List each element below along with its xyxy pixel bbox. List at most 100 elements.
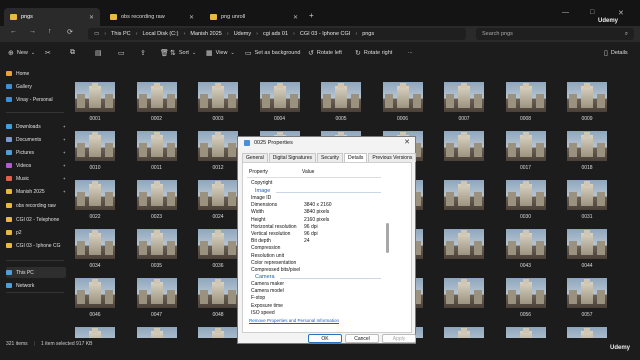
sidebar-item[interactable]: Manish 2025 ✦ bbox=[6, 186, 66, 197]
file-item[interactable] bbox=[441, 180, 487, 226]
maximize-button[interactable]: □ bbox=[590, 9, 594, 16]
close-window-button[interactable]: ✕ bbox=[618, 9, 624, 17]
tab-previous-versions[interactable]: Previous Versions bbox=[368, 153, 417, 162]
file-item[interactable]: 0022 bbox=[72, 180, 118, 226]
sidebar-item[interactable]: Network bbox=[6, 280, 66, 291]
sidebar-item[interactable]: Home bbox=[6, 68, 66, 79]
sidebar-item[interactable]: CGI 02 - Telephone bbox=[6, 214, 66, 225]
tab-png-unroll[interactable]: png unroll ✕ bbox=[204, 8, 304, 26]
sidebar-item[interactable]: Videos ✦ bbox=[6, 160, 66, 171]
details-row[interactable]: Copyright bbox=[251, 180, 304, 186]
remove-properties-link[interactable]: Remove Properties and Personal Informati… bbox=[249, 318, 339, 323]
sidebar-item[interactable]: Pictures ✦ bbox=[6, 147, 66, 158]
cancel-button[interactable]: Cancel bbox=[345, 334, 379, 343]
tab-pngs[interactable]: pngs ✕ bbox=[4, 8, 100, 26]
details-row[interactable]: Bit depth 24 bbox=[251, 238, 310, 244]
details-button[interactable]: ▯ Details bbox=[604, 49, 628, 57]
forward-button[interactable]: → bbox=[29, 28, 36, 35]
details-row[interactable]: Width 3840 pixels bbox=[251, 209, 329, 215]
set-as-background-button[interactable]: ▭ Set as background bbox=[245, 49, 301, 57]
details-row[interactable]: Height 2160 pixels bbox=[251, 217, 329, 223]
back-button[interactable]: ← bbox=[10, 28, 17, 35]
sidebar-item[interactable]: Gallery bbox=[6, 81, 66, 92]
file-item[interactable]: 0011 bbox=[134, 131, 180, 177]
new-button[interactable]: ⊕ New ⌄ bbox=[8, 49, 35, 57]
breadcrumb-item[interactable]: This PC bbox=[111, 31, 131, 37]
file-item[interactable]: 0031 bbox=[564, 180, 610, 226]
file-item[interactable]: 0044 bbox=[564, 229, 610, 275]
breadcrumb-item[interactable]: Manish 2025 bbox=[190, 31, 222, 37]
sidebar-item[interactable]: Documents ✦ bbox=[6, 134, 66, 145]
file-item[interactable]: 0057 bbox=[564, 278, 610, 324]
file-item[interactable] bbox=[441, 131, 487, 177]
refresh-button[interactable]: ⟳ bbox=[67, 28, 73, 36]
details-row[interactable]: F-stop bbox=[251, 295, 304, 301]
tab-details[interactable]: Details bbox=[344, 153, 368, 162]
close-tab-icon[interactable]: ✕ bbox=[89, 14, 94, 21]
sidebar-item[interactable]: Vinay - Personal bbox=[6, 94, 66, 105]
close-tab-icon[interactable]: ✕ bbox=[293, 14, 298, 21]
rename-icon[interactable]: ▭ bbox=[118, 49, 125, 57]
file-item[interactable]: 0023 bbox=[134, 180, 180, 226]
details-row[interactable]: Camera model bbox=[251, 288, 304, 294]
file-item[interactable]: 0046 bbox=[72, 278, 118, 324]
tab-digital-signatures[interactable]: Digital Signatures bbox=[268, 153, 316, 162]
breadcrumb-item[interactable]: Udemy bbox=[234, 31, 251, 37]
details-row[interactable]: Vertical resolution 96 dpi bbox=[251, 231, 318, 237]
details-row[interactable]: Image ID bbox=[251, 195, 304, 201]
cut-icon[interactable]: ✂ bbox=[45, 49, 51, 57]
property-column-header[interactable]: Property bbox=[249, 169, 302, 175]
details-row[interactable]: Camera maker bbox=[251, 281, 304, 287]
file-item[interactable]: 0056 bbox=[503, 278, 549, 324]
ok-button[interactable]: OK bbox=[308, 334, 342, 343]
file-item[interactable]: 0030 bbox=[503, 180, 549, 226]
file-item[interactable]: 0001 bbox=[72, 82, 118, 128]
details-row[interactable]: Compression bbox=[251, 245, 304, 251]
view-button[interactable]: ▦ View ⌄ bbox=[206, 49, 235, 57]
file-item[interactable] bbox=[72, 327, 118, 338]
details-row[interactable]: Horizontal resolution 96 dpi bbox=[251, 224, 318, 230]
rotate-right-button[interactable]: ↻ Rotate right bbox=[355, 49, 392, 57]
file-item[interactable]: 0048 bbox=[195, 278, 241, 324]
details-row[interactable]: Exposure time bbox=[251, 303, 304, 309]
details-row[interactable]: Dimensions 3840 x 2160 bbox=[251, 202, 332, 208]
minimize-button[interactable]: — bbox=[562, 9, 569, 16]
sidebar-item[interactable]: CGI 03 - Iphone CG bbox=[6, 240, 66, 251]
breadcrumb-item[interactable]: cgi ads 01 bbox=[263, 31, 288, 37]
file-item[interactable]: 0008 bbox=[503, 82, 549, 128]
breadcrumb-item[interactable]: CGI 03 - Iphone CGI bbox=[300, 31, 350, 37]
new-tab-button[interactable]: + bbox=[309, 11, 314, 20]
file-item[interactable] bbox=[564, 327, 610, 338]
file-item[interactable] bbox=[441, 229, 487, 275]
file-item[interactable]: 0003 bbox=[195, 82, 241, 128]
details-row[interactable]: Resolution unit bbox=[251, 253, 304, 259]
close-tab-icon[interactable]: ✕ bbox=[189, 14, 194, 21]
rotate-left-button[interactable]: ↺ Rotate left bbox=[308, 49, 342, 57]
copy-icon[interactable]: ⧉ bbox=[70, 49, 75, 57]
more-options-button[interactable]: ... bbox=[408, 49, 413, 55]
file-item[interactable]: 0005 bbox=[318, 82, 364, 128]
file-item[interactable]: 0002 bbox=[134, 82, 180, 128]
file-item[interactable]: 0012 bbox=[195, 131, 241, 177]
sidebar-item[interactable]: obs recording raw bbox=[6, 200, 66, 211]
value-column-header[interactable]: Value bbox=[302, 169, 314, 175]
file-item[interactable] bbox=[441, 278, 487, 324]
file-item[interactable] bbox=[503, 327, 549, 338]
paste-icon[interactable]: ▤ bbox=[95, 49, 102, 57]
file-item[interactable]: 0009 bbox=[564, 82, 610, 128]
file-item[interactable] bbox=[134, 327, 180, 338]
file-item[interactable] bbox=[441, 327, 487, 338]
file-item[interactable]: 0047 bbox=[134, 278, 180, 324]
sidebar-item[interactable]: Music ✦ bbox=[6, 173, 66, 184]
details-scrollbar[interactable] bbox=[386, 223, 389, 253]
sidebar-item[interactable]: p2 bbox=[6, 227, 66, 238]
sidebar-item[interactable]: Downloads ✦ bbox=[6, 121, 66, 132]
file-item[interactable]: 0006 bbox=[380, 82, 426, 128]
file-item[interactable]: 0036 bbox=[195, 229, 241, 275]
file-item[interactable]: 0024 bbox=[195, 180, 241, 226]
tab-security[interactable]: Security bbox=[316, 153, 344, 162]
file-item[interactable]: 0035 bbox=[134, 229, 180, 275]
file-item[interactable]: 0010 bbox=[72, 131, 118, 177]
file-item[interactable]: 0007 bbox=[441, 82, 487, 128]
file-item[interactable]: 0004 bbox=[257, 82, 303, 128]
